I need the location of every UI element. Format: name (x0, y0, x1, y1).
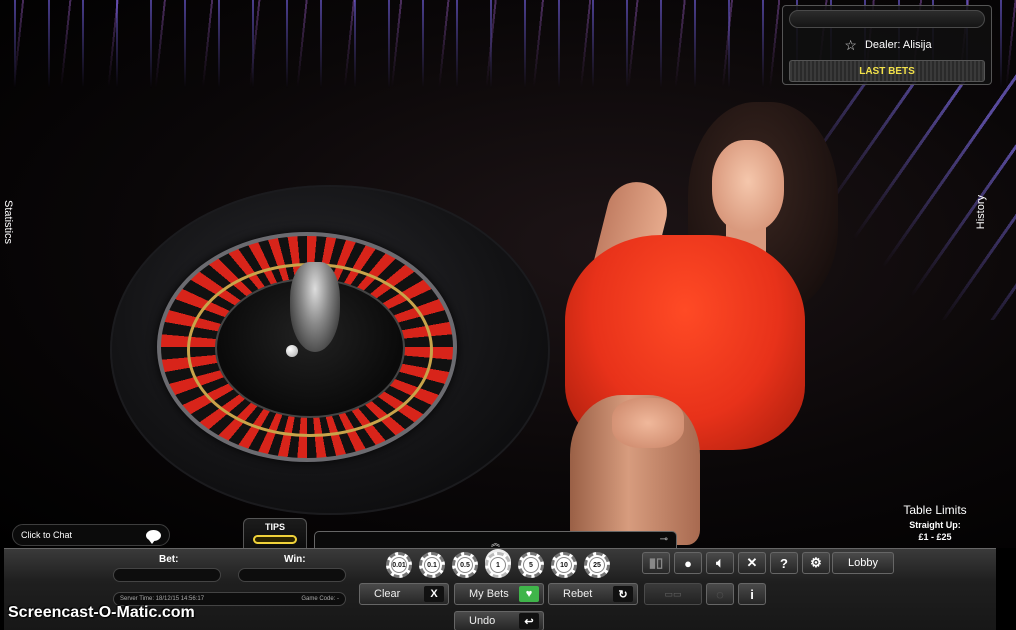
right-edge-strip (996, 548, 1016, 630)
statistics-tab[interactable]: Statistics (2, 200, 14, 244)
dealer-info-panel: ☆ Dealer: Alisija LAST BETS (782, 5, 992, 85)
gear-icon[interactable]: ⚙ (802, 552, 830, 574)
chip-5[interactable]: 5 (518, 552, 544, 578)
fullscreen-icon[interactable]: ✕ (738, 552, 766, 574)
chat-placeholder: Click to Chat (21, 530, 73, 540)
chip-0.5[interactable]: 0.5 (452, 552, 478, 578)
roulette-turret (290, 262, 340, 352)
chip-10[interactable]: 10 (551, 552, 577, 578)
close-icon: X (424, 586, 444, 602)
chip-0.1[interactable]: 0.1 (419, 552, 445, 578)
pin-icon[interactable]: ⊸ (660, 534, 668, 545)
rebet-button[interactable]: Rebet ↻ (548, 583, 638, 605)
server-time: Server Time: 18/12/15 14:56:17 (120, 596, 205, 602)
roulette-ball (286, 345, 298, 357)
rebet-label: Rebet (563, 588, 593, 600)
info-icon[interactable]: i (738, 583, 766, 605)
disabled-button[interactable]: ▭▭ (644, 583, 702, 605)
dealer-hands (612, 398, 684, 448)
clear-label: Clear (374, 588, 401, 600)
my-bets-button[interactable]: My Bets ♥ (454, 583, 544, 605)
heart-icon: ♥ (519, 586, 539, 602)
history-tab[interactable]: History (975, 195, 987, 229)
chip-1[interactable]: 1 (485, 552, 511, 578)
light-streaks-right (820, 60, 1016, 320)
bet-label: Bet: (159, 554, 179, 565)
disabled-icon[interactable]: ◌ (706, 583, 734, 605)
undo-button[interactable]: Undo ↩ (454, 611, 544, 630)
undo-icon: ↩ (519, 613, 539, 629)
layout-icon[interactable]: ▮▯ (642, 552, 670, 574)
chat-toggle-icon[interactable]: ● (674, 552, 702, 574)
watermark: Screencast-O-Matic.com (8, 604, 195, 621)
tips-button[interactable]: TIPS (243, 518, 307, 550)
chat-bubble-icon (146, 529, 161, 544)
tips-indicator (253, 535, 297, 544)
undo-label: Undo (469, 615, 496, 627)
lobby-button[interactable]: Lobby (832, 552, 894, 574)
table-limits[interactable]: Table Limits Straight Up: £1 - £25 (880, 503, 990, 542)
tips-label: TIPS (264, 522, 285, 532)
dealer-face (712, 140, 784, 232)
table-limits-range: £1 - £25 (918, 532, 952, 542)
help-icon[interactable]: ? (770, 552, 798, 574)
table-limits-title: Table Limits (903, 503, 967, 517)
dealer-name: Dealer: Alisija (864, 39, 932, 51)
table-limits-subtitle: Straight Up: (909, 520, 961, 530)
win-label: Win: (284, 554, 306, 565)
selected-chip-caret-icon: ︽ (491, 538, 501, 548)
last-bets-button[interactable]: LAST BETS (789, 60, 985, 82)
speaker-icon[interactable]: 🔈︎ (706, 552, 734, 574)
game-code: Game Code: - (301, 596, 339, 602)
win-amount-field (238, 568, 346, 582)
chip-25[interactable]: 25 (584, 552, 610, 578)
chip-0.01[interactable]: 0.01 (386, 552, 412, 578)
repeat-icon: ↻ (613, 586, 633, 602)
chip-selector: 0.01 0.1 0.5 1 5 10 25 (386, 552, 610, 578)
bet-amount-field (113, 568, 221, 582)
my-bets-label: My Bets (469, 588, 509, 600)
star-icon[interactable]: ☆ (844, 37, 857, 54)
chat-input[interactable]: Click to Chat (12, 524, 170, 546)
info-panel-top-bar (789, 10, 985, 28)
dealer-row: ☆ Dealer: Alisija (783, 36, 993, 54)
clear-button[interactable]: Clear X (359, 583, 449, 605)
